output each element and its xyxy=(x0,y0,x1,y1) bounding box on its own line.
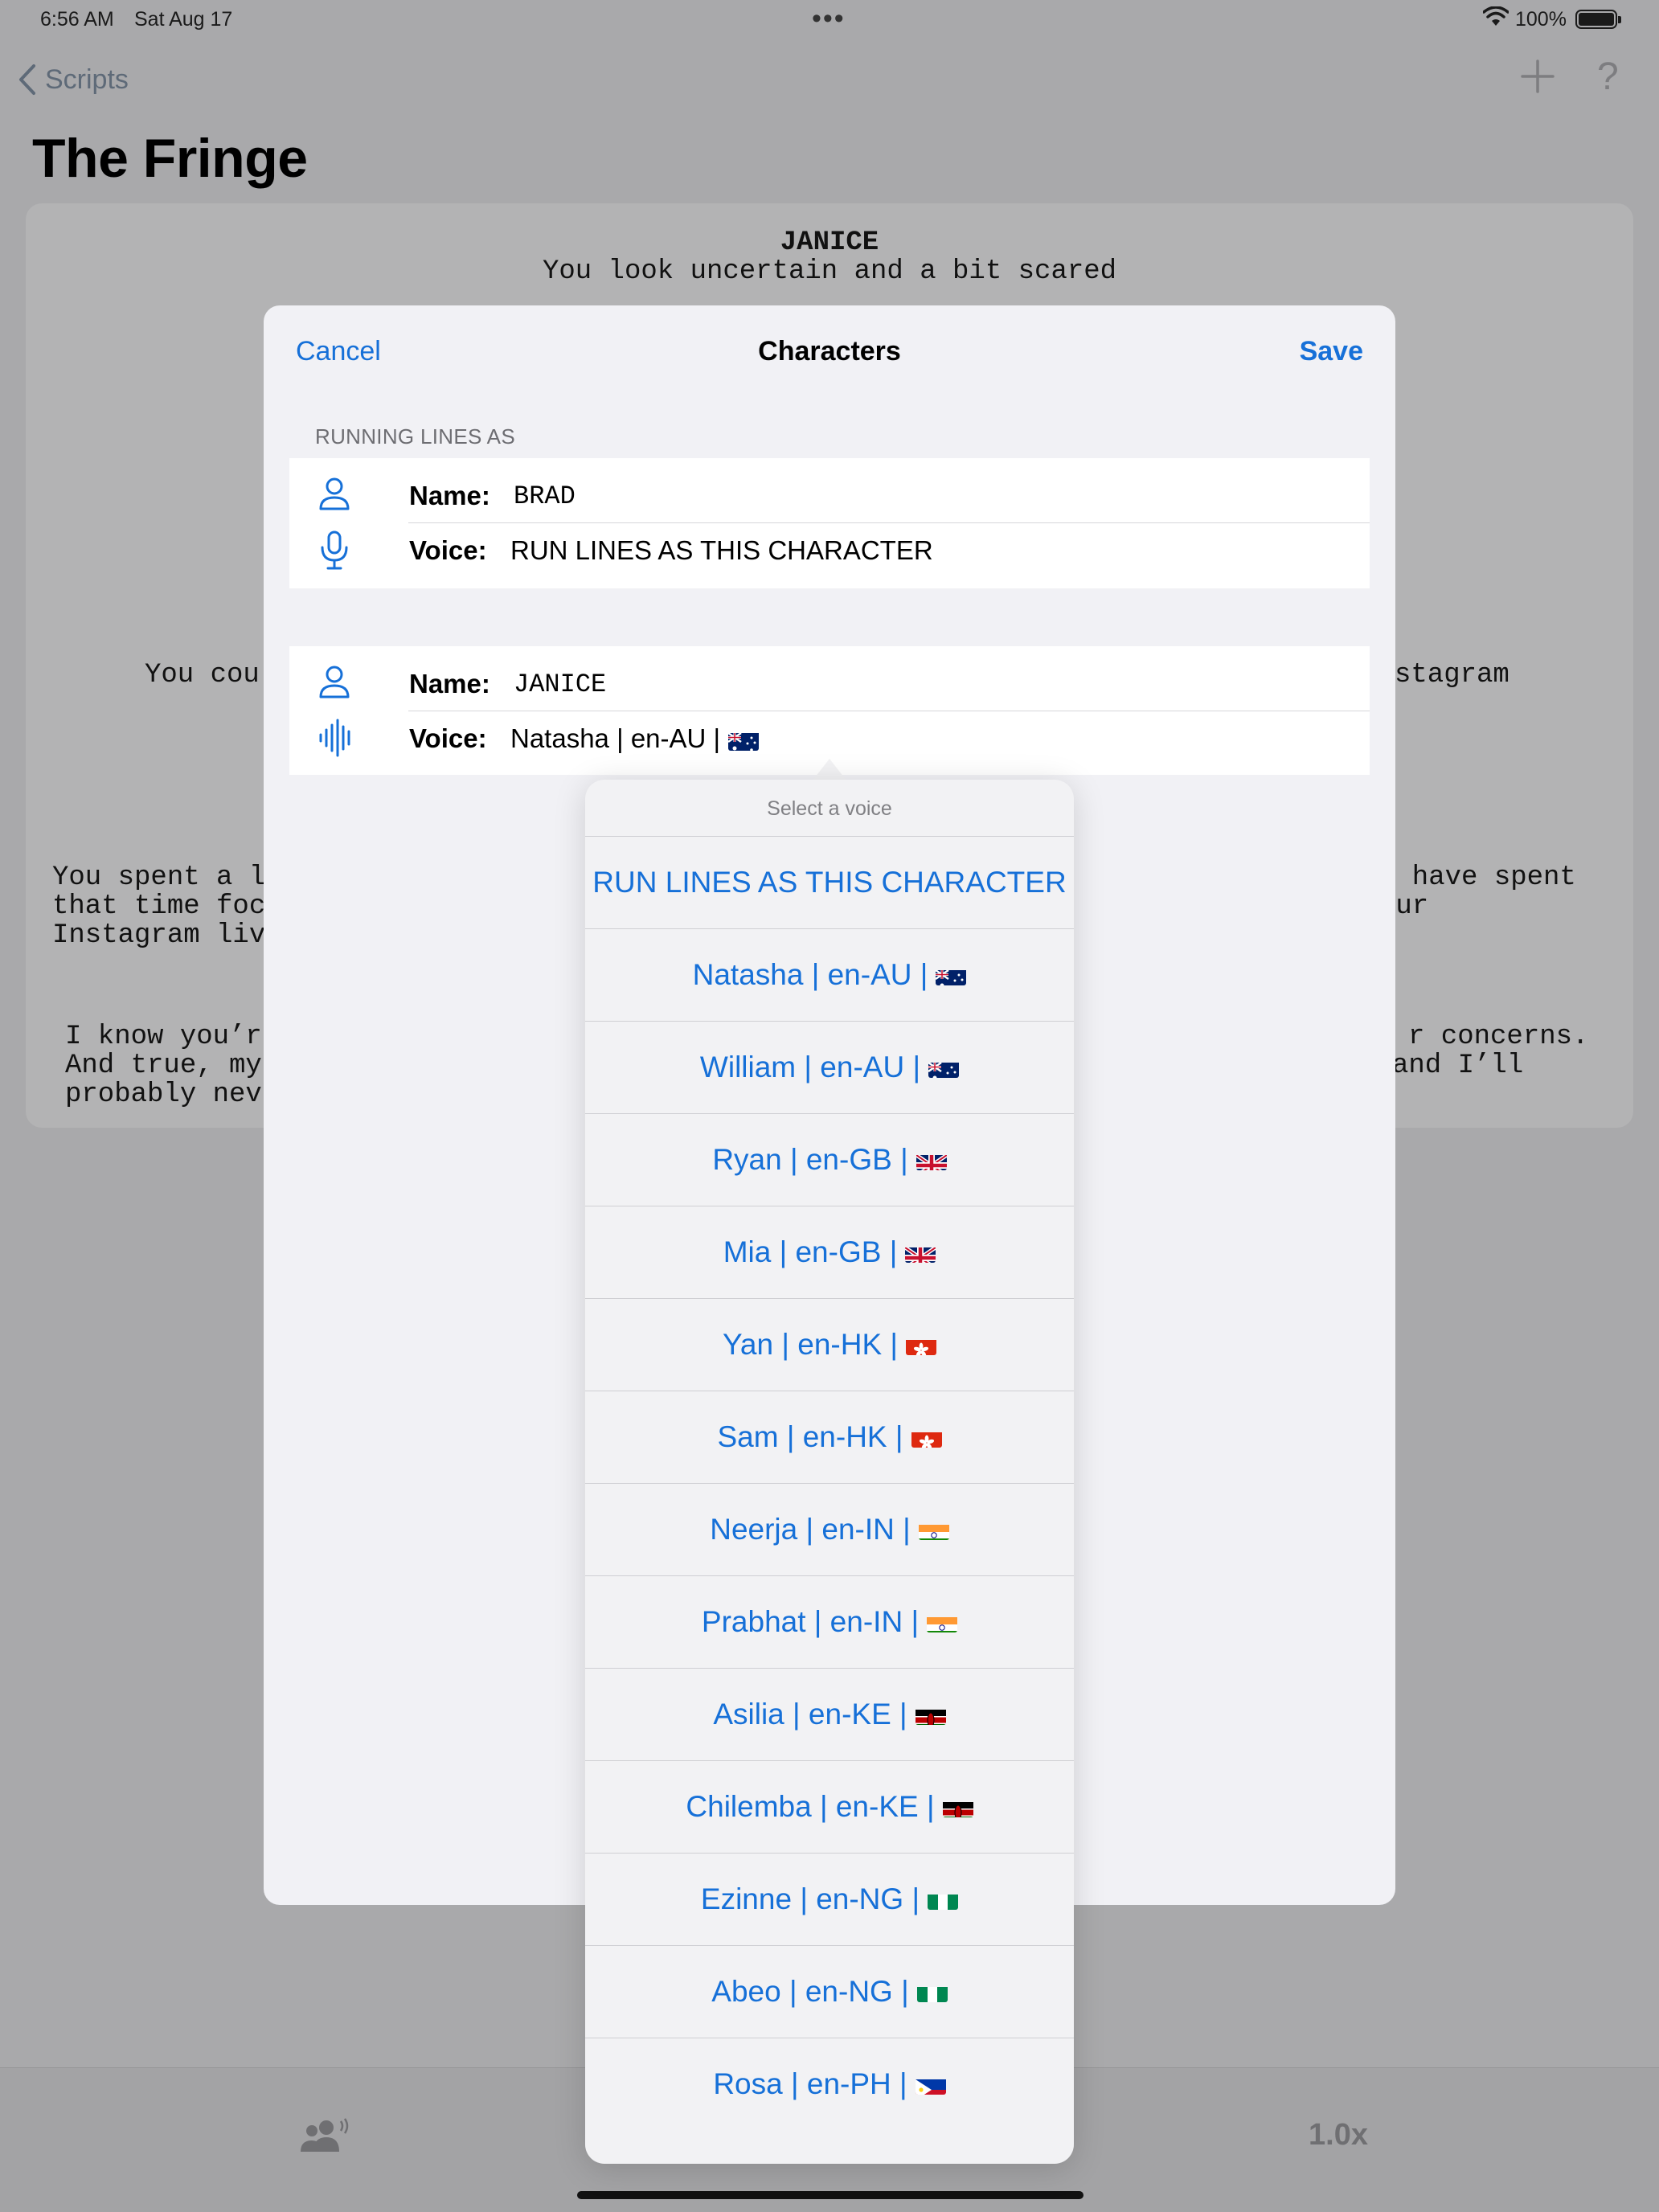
voice-option-label: Neerja | en-IN | xyxy=(710,1513,911,1546)
voice-option-label: Abeo | en-NG | xyxy=(711,1975,909,2008)
script-text: that time foc xyxy=(52,891,266,922)
voice-option[interactable]: Yan | en-HK | xyxy=(585,1298,1074,1391)
home-indicator xyxy=(577,2191,1083,2199)
voice-option[interactable]: Ezinne | en-NG | xyxy=(585,1853,1074,1945)
flag-ng-icon xyxy=(916,1981,948,2002)
voice-option[interactable]: William | en-AU | xyxy=(585,1021,1074,1113)
flag-ke-icon xyxy=(915,1704,946,1725)
voice-option-label: Ezinne | en-NG | xyxy=(700,1882,920,1915)
add-icon[interactable] xyxy=(1518,56,1558,100)
script-dialogue-line: You look uncertain and a bit scared xyxy=(542,256,1117,287)
name-label: Name: xyxy=(409,481,490,510)
voice-option-label: Natasha | en-AU | xyxy=(692,958,928,991)
status-time: 6:56 AM xyxy=(40,8,114,31)
script-text: I know you’r xyxy=(65,1022,262,1052)
person-icon xyxy=(318,664,350,703)
help-button[interactable]: ? xyxy=(1597,55,1619,99)
voice-text: Natasha | en-AU | xyxy=(510,723,721,753)
flag-gb-icon xyxy=(916,1149,947,1170)
flag-gb-icon xyxy=(905,1242,936,1263)
name-label: Name: xyxy=(409,669,490,698)
battery-percent: 100% xyxy=(1515,8,1567,31)
voice-label: Voice: xyxy=(409,535,487,565)
character-name: BRAD xyxy=(514,481,576,511)
script-text: You cou xyxy=(145,660,260,690)
playback-speed-button[interactable]: 1.0x xyxy=(1309,2118,1368,2153)
voice-option-label: RUN LINES AS THIS CHARACTER xyxy=(592,866,1067,899)
voice-option-label: Asilia | en-KE | xyxy=(713,1698,907,1731)
voice-option-label: Rosa | en-PH | xyxy=(713,2067,907,2100)
script-text: And true, my xyxy=(65,1051,262,1081)
microphone-icon xyxy=(318,530,350,575)
voice-option[interactable]: Prabhat | en-IN | xyxy=(585,1575,1074,1668)
script-text: probably nev xyxy=(65,1079,262,1110)
flag-au-icon xyxy=(936,965,967,985)
flag-in-icon xyxy=(918,1519,949,1540)
voice-option-label: Prabhat | en-IN | xyxy=(701,1605,920,1638)
multitasking-dots-icon[interactable]: ••• xyxy=(812,3,846,35)
section-header: RUNNING LINES AS xyxy=(315,424,515,449)
voice-option[interactable]: Chilemba | en-KE | xyxy=(585,1760,1074,1853)
save-button[interactable]: Save xyxy=(1300,336,1363,367)
wifi-icon xyxy=(1482,6,1509,33)
voice-option[interactable]: Mia | en-GB | xyxy=(585,1206,1074,1298)
script-text: and I’ll xyxy=(1392,1051,1524,1081)
popover-title: Select a voice xyxy=(767,797,892,820)
voice-option[interactable]: Abeo | en-NG | xyxy=(585,1945,1074,2038)
flag-in-icon xyxy=(927,1612,958,1632)
script-text: You spent a l xyxy=(52,862,266,893)
character-name: JANICE xyxy=(514,670,607,699)
flag-hk-icon xyxy=(911,1427,942,1448)
flag-hk-icon xyxy=(906,1334,937,1355)
status-bar: 6:56 AM Sat Aug 17 ••• 100% xyxy=(0,0,1659,39)
voice-option-label: William | en-AU | xyxy=(699,1051,921,1083)
voice-option[interactable]: Neerja | en-IN | xyxy=(585,1483,1074,1575)
script-text: Instagram liv xyxy=(52,920,266,951)
voice-option-label: Mia | en-GB | xyxy=(723,1235,898,1268)
chevron-left-icon xyxy=(19,64,35,95)
voice-option[interactable]: Rosa | en-PH | xyxy=(585,2038,1074,2130)
voice-option[interactable]: Asilia | en-KE | xyxy=(585,1668,1074,1760)
voice-option[interactable]: Sam | en-HK | xyxy=(585,1391,1074,1483)
back-label: Scripts xyxy=(45,63,129,95)
voice-option-label: Chilemba | en-KE | xyxy=(686,1790,935,1823)
voice-option[interactable]: RUN LINES AS THIS CHARACTER xyxy=(585,836,1074,928)
back-button[interactable]: Scripts xyxy=(18,59,129,100)
flag-ph-icon xyxy=(915,2074,946,2095)
battery-icon xyxy=(1575,10,1621,29)
voice-option[interactable]: Natasha | en-AU | xyxy=(585,928,1074,1021)
script-text: stagram xyxy=(1395,660,1509,690)
flag-au-icon xyxy=(928,1057,960,1078)
status-date: Sat Aug 17 xyxy=(134,8,233,31)
character-voice: RUN LINES AS THIS CHARACTER xyxy=(510,535,933,565)
person-icon xyxy=(318,476,350,515)
script-text: r concerns. xyxy=(1408,1022,1589,1052)
character-row-janice[interactable]: Name: JANICE Voice: Natasha | en-AU | xyxy=(289,646,1370,775)
voice-picker-popover: Select a voice RUN LINES AS THIS CHARACT… xyxy=(585,780,1074,2164)
sheet-title: Characters xyxy=(758,336,901,367)
row-divider xyxy=(408,522,1370,523)
flag-au-icon xyxy=(728,730,760,752)
voice-option-label: Yan | en-HK | xyxy=(722,1328,899,1361)
voice-option-label: Ryan | en-GB | xyxy=(712,1143,908,1176)
voice-label: Voice: xyxy=(409,723,487,753)
voice-option[interactable]: Ryan | en-GB | xyxy=(585,1113,1074,1206)
script-text: d have spent xyxy=(1379,862,1576,893)
voice-option-label: Sam | en-HK | xyxy=(717,1420,903,1453)
script-character-name: JANICE xyxy=(780,227,879,258)
popover-arrow xyxy=(812,759,847,781)
flag-ke-icon xyxy=(942,1796,973,1817)
page-title: The Fringe xyxy=(32,128,308,189)
character-voice: Natasha | en-AU | xyxy=(510,723,760,754)
cast-voices-icon[interactable] xyxy=(296,2116,352,2161)
flag-ng-icon xyxy=(928,1889,959,1910)
waveform-icon xyxy=(318,719,354,761)
character-row-brad[interactable]: Name: BRAD Voice: RUN LINES AS THIS CHAR… xyxy=(289,458,1370,588)
